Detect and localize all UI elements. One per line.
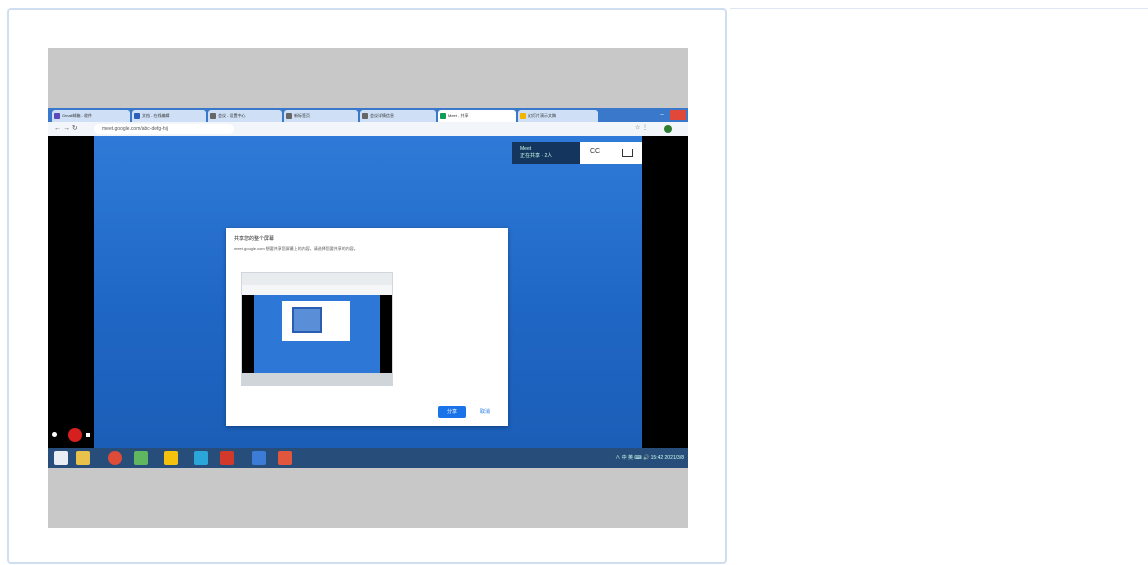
preview-nested-screen <box>292 307 322 333</box>
captions-icon[interactable]: CC <box>590 148 600 155</box>
close-window-button[interactable] <box>670 110 686 120</box>
cancel-button[interactable]: 取消 <box>474 406 496 418</box>
notes-icon[interactable] <box>164 451 178 465</box>
share-screen-dialog: 共享您的整个屏幕 meet.google.com 想要共享您屏幕上的内容。请选择… <box>226 228 508 426</box>
preview-browser-bar <box>242 285 392 295</box>
minimize-icon[interactable]: – <box>656 110 668 120</box>
share-button[interactable]: 分享 <box>438 406 466 418</box>
tab-label: Gmail邮箱 - 收件 <box>62 113 92 118</box>
meeting-status: Meet 正在共享 · 2人 <box>520 146 552 160</box>
browser-tab[interactable]: 新标签页 <box>284 110 358 122</box>
extension-icon[interactable] <box>664 125 672 133</box>
meeting-status-detail: 正在共享 · 2人 <box>520 153 553 159</box>
tab-label: 文档 - 在线编辑 <box>142 113 170 118</box>
meeting-status-title: Meet <box>520 146 532 152</box>
chrome-icon[interactable] <box>108 451 122 465</box>
tab-label: Meet - 共享 <box>448 113 469 118</box>
tab-favicon-icon <box>134 113 140 119</box>
dialog-subtitle: meet.google.com 想要共享您屏幕上的内容。请选择您要共享的内容。 <box>234 246 358 251</box>
browser-menu-icon[interactable]: ☆ ⋮ <box>635 124 648 131</box>
browser-tab[interactable]: 会议详情信息 <box>360 110 436 122</box>
browser-tab[interactable]: Gmail邮箱 - 收件 <box>52 110 130 122</box>
tab-favicon-icon <box>210 113 216 119</box>
tab-label: 幻灯片演示文稿 <box>528 113 556 118</box>
more-icon[interactable] <box>86 433 90 437</box>
nav-buttons[interactable]: ← → ↻ <box>54 125 78 133</box>
preview-taskbar <box>242 373 392 385</box>
present-icon[interactable] <box>622 149 633 157</box>
meet-app-icon[interactable] <box>278 451 292 465</box>
screen-preview-thumbnail[interactable] <box>241 272 393 386</box>
browser-tab[interactable]: 文档 - 在线编辑 <box>132 110 206 122</box>
file-explorer-icon[interactable] <box>76 451 90 465</box>
system-tray[interactable]: ∧ 中 英 ⌨ 🔊 15:42 2021/3/8 <box>574 451 684 465</box>
word-icon[interactable] <box>252 451 266 465</box>
browser-icon[interactable] <box>194 451 208 465</box>
tab-label: 会议详情信息 <box>370 113 394 118</box>
shared-desktop: Meet 正在共享 · 2人 CC 共享您的整个屏幕 meet.google.c… <box>48 136 688 448</box>
mic-icon[interactable] <box>52 432 57 437</box>
divider <box>730 8 1148 9</box>
screenshot-image: Gmail邮箱 - 收件 文档 - 在线编辑 会议 - 设置中心 新标签页 会议… <box>48 48 688 528</box>
app-icon[interactable] <box>134 451 148 465</box>
tab-favicon-icon <box>362 113 368 119</box>
record-stop-icon[interactable] <box>68 428 82 442</box>
browser-tab-active[interactable]: Meet - 共享 <box>438 110 516 122</box>
address-bar: ← → ↻ meet.google.com/abc-defg-hij ☆ ⋮ <box>48 122 688 136</box>
browser-tab[interactable]: 会议 - 设置中心 <box>208 110 282 122</box>
office-icon[interactable] <box>220 451 234 465</box>
window-controls: – <box>656 110 686 120</box>
browser-tab[interactable]: 幻灯片演示文稿 <box>518 110 598 122</box>
tab-favicon-icon <box>520 113 526 119</box>
url-field[interactable]: meet.google.com/abc-defg-hij <box>94 124 234 134</box>
dialog-title: 共享您的整个屏幕 <box>234 236 275 242</box>
windows-taskbar: ∧ 中 英 ⌨ 🔊 15:42 2021/3/8 <box>48 448 688 468</box>
tab-favicon-icon <box>286 113 292 119</box>
start-icon[interactable] <box>54 451 68 465</box>
tab-favicon-icon <box>440 113 446 119</box>
tab-label: 会议 - 设置中心 <box>218 113 246 118</box>
meeting-control-bar: Meet 正在共享 · 2人 CC <box>512 142 642 164</box>
tab-label: 新标签页 <box>294 113 310 118</box>
browser-tab-bar: Gmail邮箱 - 收件 文档 - 在线编辑 会议 - 设置中心 新标签页 会议… <box>48 108 688 122</box>
tab-favicon-icon <box>54 113 60 119</box>
